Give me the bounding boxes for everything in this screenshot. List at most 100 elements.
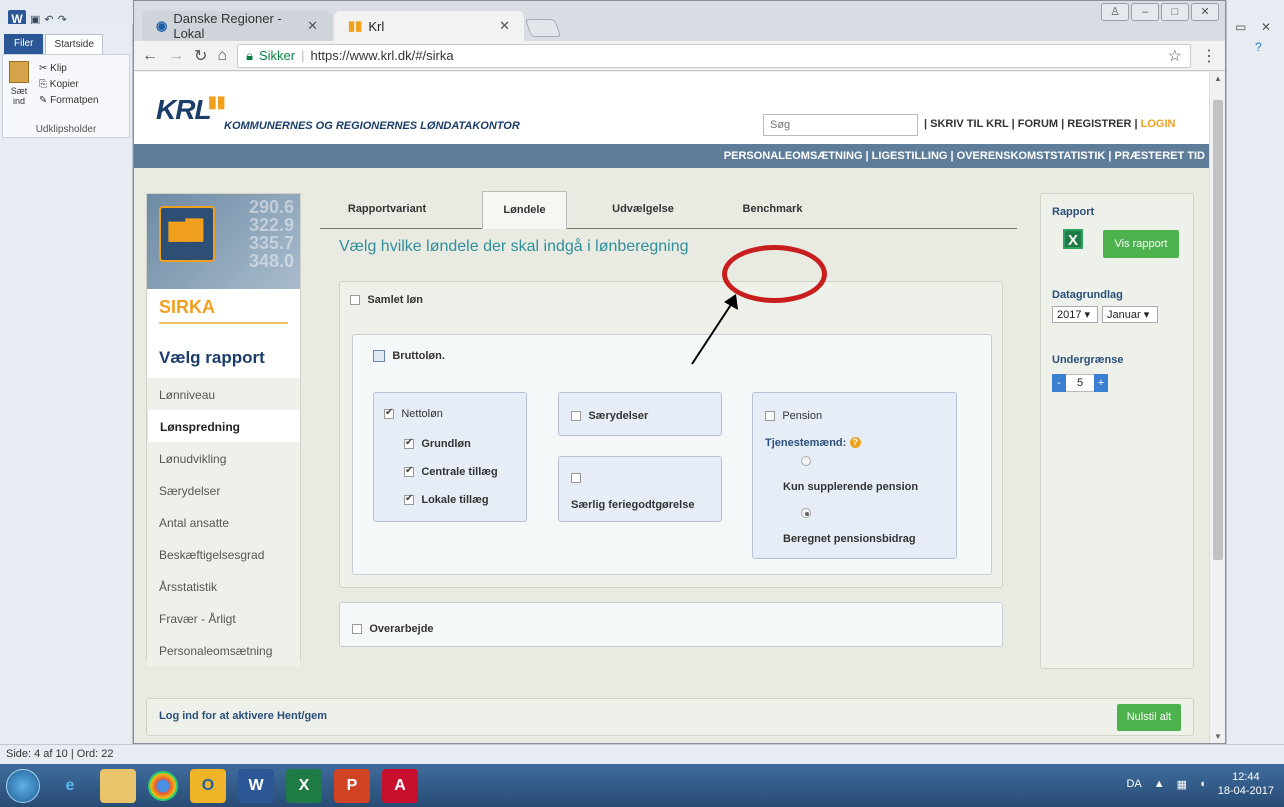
pension-label: Pension: [782, 409, 823, 422]
grundlon-checkbox[interactable]: [404, 437, 414, 449]
sidebar-item-lonudvikling[interactable]: Lønudvikling: [147, 442, 300, 474]
new-tab-button[interactable]: [524, 19, 562, 37]
forward-icon[interactable]: →: [168, 47, 184, 65]
pension-row: Pension: [765, 408, 822, 422]
sidebar-item-lonspredning[interactable]: Lønspredning: [147, 410, 300, 442]
krl-logo[interactable]: KRL: [156, 94, 212, 126]
banner-number: 290.6: [248, 197, 294, 217]
pension-checkbox[interactable]: [765, 410, 775, 421]
volume-icon[interactable]: ◖: [1199, 778, 1206, 790]
minimize-icon[interactable]: –: [1131, 3, 1159, 21]
tab-udvaelgelse[interactable]: Udvælgelse: [588, 191, 698, 228]
scroll-up-icon[interactable]: ▲: [1214, 74, 1222, 83]
overarbejde-checkbox[interactable]: [352, 623, 362, 634]
report-sidebar: 290.6 322.9 335.7 348.0 ▆▇ SIRKA Vælg ra…: [146, 193, 301, 666]
login-link[interactable]: LOGIN: [1141, 118, 1176, 130]
menu-icon[interactable]: ⋮: [1201, 46, 1217, 66]
home-icon[interactable]: ⌂: [217, 47, 227, 65]
kun-supplerende-radio[interactable]: [801, 456, 811, 466]
tab-londele[interactable]: Løndele: [482, 191, 567, 229]
beregnet-pensionsbidrag-radio[interactable]: [801, 508, 811, 518]
sidebar-item-lonniveau[interactable]: Lønniveau: [147, 378, 300, 410]
bruttolon-checkbox[interactable]: [373, 349, 385, 362]
sidebar-item-saerydelser[interactable]: Særydelser: [147, 474, 300, 506]
start-button-icon[interactable]: [6, 768, 40, 803]
top-links-text[interactable]: | SKRIV TIL KRL | FORUM | REGISTRER |: [924, 118, 1138, 130]
file-explorer-icon[interactable]: [100, 768, 136, 803]
samlet-lon-checkbox[interactable]: [350, 294, 360, 305]
copy-button[interactable]: ⎘ Kopier: [39, 77, 99, 93]
overarbejde-row: Overarbejde: [352, 621, 434, 635]
browser-tab-krl[interactable]: ▮▮ Krl ✕: [334, 11, 524, 41]
help-icon[interactable]: ?: [1255, 40, 1262, 54]
excel-export-icon[interactable]: X: [1063, 229, 1083, 249]
word-ribbon: Filer Startside Sæt ind ✂ Klip ⎘ Kopier …: [0, 24, 133, 744]
increment-button[interactable]: +: [1094, 374, 1108, 392]
network-icon[interactable]: ▦: [1177, 778, 1187, 791]
word-tab-home[interactable]: Startside: [45, 34, 103, 54]
tray-expand-icon[interactable]: ▲: [1154, 778, 1165, 790]
acrobat-icon[interactable]: A: [382, 768, 418, 803]
cut-button[interactable]: ✂ Klip: [39, 61, 99, 77]
sidebar-item-fravaer[interactable]: Fravær - Årligt: [147, 602, 300, 634]
undergraense-value[interactable]: 5: [1066, 374, 1094, 392]
page-scrollbar[interactable]: ▲ ▼: [1209, 72, 1225, 743]
banner-number: 335.7: [248, 233, 294, 253]
tab-benchmark[interactable]: Benchmark: [730, 191, 815, 228]
restore-icon[interactable]: ▭: [1235, 20, 1246, 34]
sidebar-item-beskaeftigelsesgrad[interactable]: Beskæftigelsesgrad: [147, 538, 300, 570]
browser-tab-regioner[interactable]: ◉ Danske Regioner - Lokal ✕: [142, 11, 332, 41]
clock[interactable]: 12:44 18-04-2017: [1218, 770, 1274, 798]
close-icon[interactable]: ✕: [1261, 20, 1271, 34]
paste-button[interactable]: Sæt ind: [7, 61, 31, 106]
excel-icon[interactable]: X: [286, 768, 322, 803]
language-indicator[interactable]: DA: [1126, 778, 1141, 790]
sidebar-title: SIRKA: [159, 289, 288, 324]
word-icon[interactable]: W: [238, 768, 274, 803]
bookmark-star-icon[interactable]: ☆: [1168, 46, 1182, 66]
format-painter-button[interactable]: ✎ Formatpen: [39, 93, 99, 109]
scroll-thumb[interactable]: [1213, 100, 1223, 560]
login-hint[interactable]: Log ind for at aktivere Hent/gem: [159, 710, 327, 722]
ferie-checkbox-row: [571, 470, 585, 484]
reload-icon[interactable]: ↻: [194, 46, 207, 66]
address-bar[interactable]: 🔒︎ Sikker | https://www.krl.dk/#/sirka ☆: [237, 43, 1191, 68]
vis-rapport-button[interactable]: Vis rapport: [1103, 230, 1179, 258]
search-input[interactable]: [763, 114, 918, 136]
rapport-label: Rapport: [1052, 206, 1095, 218]
saerydelser-checkbox[interactable]: [571, 410, 581, 421]
close-window-icon[interactable]: ✕: [1191, 3, 1219, 21]
sidebar-item-antal-ansatte[interactable]: Antal ansatte: [147, 506, 300, 538]
grundlon-row: Grundløn: [404, 436, 471, 450]
user-icon[interactable]: ♙: [1101, 3, 1129, 21]
reset-all-button[interactable]: Nulstil alt: [1117, 704, 1181, 731]
maximize-icon[interactable]: □: [1161, 3, 1189, 21]
close-tab-icon[interactable]: ✕: [499, 18, 510, 34]
scroll-down-icon[interactable]: ▼: [1214, 732, 1222, 741]
powerpoint-icon[interactable]: P: [334, 768, 370, 803]
chrome-icon[interactable]: [148, 770, 178, 801]
month-select[interactable]: Januar ▾: [1102, 306, 1158, 323]
tab-rapportvariant[interactable]: Rapportvariant: [332, 191, 442, 228]
decrement-button[interactable]: -: [1052, 374, 1066, 392]
status-words: Ord: 22: [76, 748, 114, 760]
word-tab-file[interactable]: Filer: [4, 34, 44, 54]
top-links: | SKRIV TIL KRL | FORUM | REGISTRER | LO…: [924, 118, 1176, 130]
lokale-tillaeg-checkbox[interactable]: [404, 493, 414, 505]
browser-toolbar: ← → ↻ ⌂ 🔒︎ Sikker | https://www.krl.dk/#…: [134, 41, 1225, 71]
year-select[interactable]: 2017 ▾: [1052, 306, 1098, 323]
help-question-icon[interactable]: ?: [849, 437, 861, 449]
back-icon[interactable]: ←: [142, 47, 158, 65]
sidebar-subtitle: Vælg rapport: [159, 348, 265, 367]
main-navbar[interactable]: PERSONALEOMSÆTNING | LIGESTILLING | OVER…: [134, 144, 1209, 168]
report-panel: Rapport X Vis rapport Datagrundlag 2017 …: [1040, 193, 1194, 669]
sidebar-item-personaleomsaetning[interactable]: Personaleomsætning: [147, 634, 300, 666]
centrale-tillaeg-checkbox[interactable]: [404, 465, 414, 477]
outlook-icon[interactable]: O: [190, 768, 226, 803]
centrale-tillaeg-row: Centrale tillæg: [404, 464, 498, 478]
feriegodtgorelse-checkbox[interactable]: [571, 472, 581, 483]
sidebar-item-aarsstatistik[interactable]: Årsstatistik: [147, 570, 300, 602]
nettolon-checkbox[interactable]: [384, 407, 394, 419]
internet-explorer-icon[interactable]: e: [52, 769, 88, 803]
close-tab-icon[interactable]: ✕: [307, 18, 318, 34]
